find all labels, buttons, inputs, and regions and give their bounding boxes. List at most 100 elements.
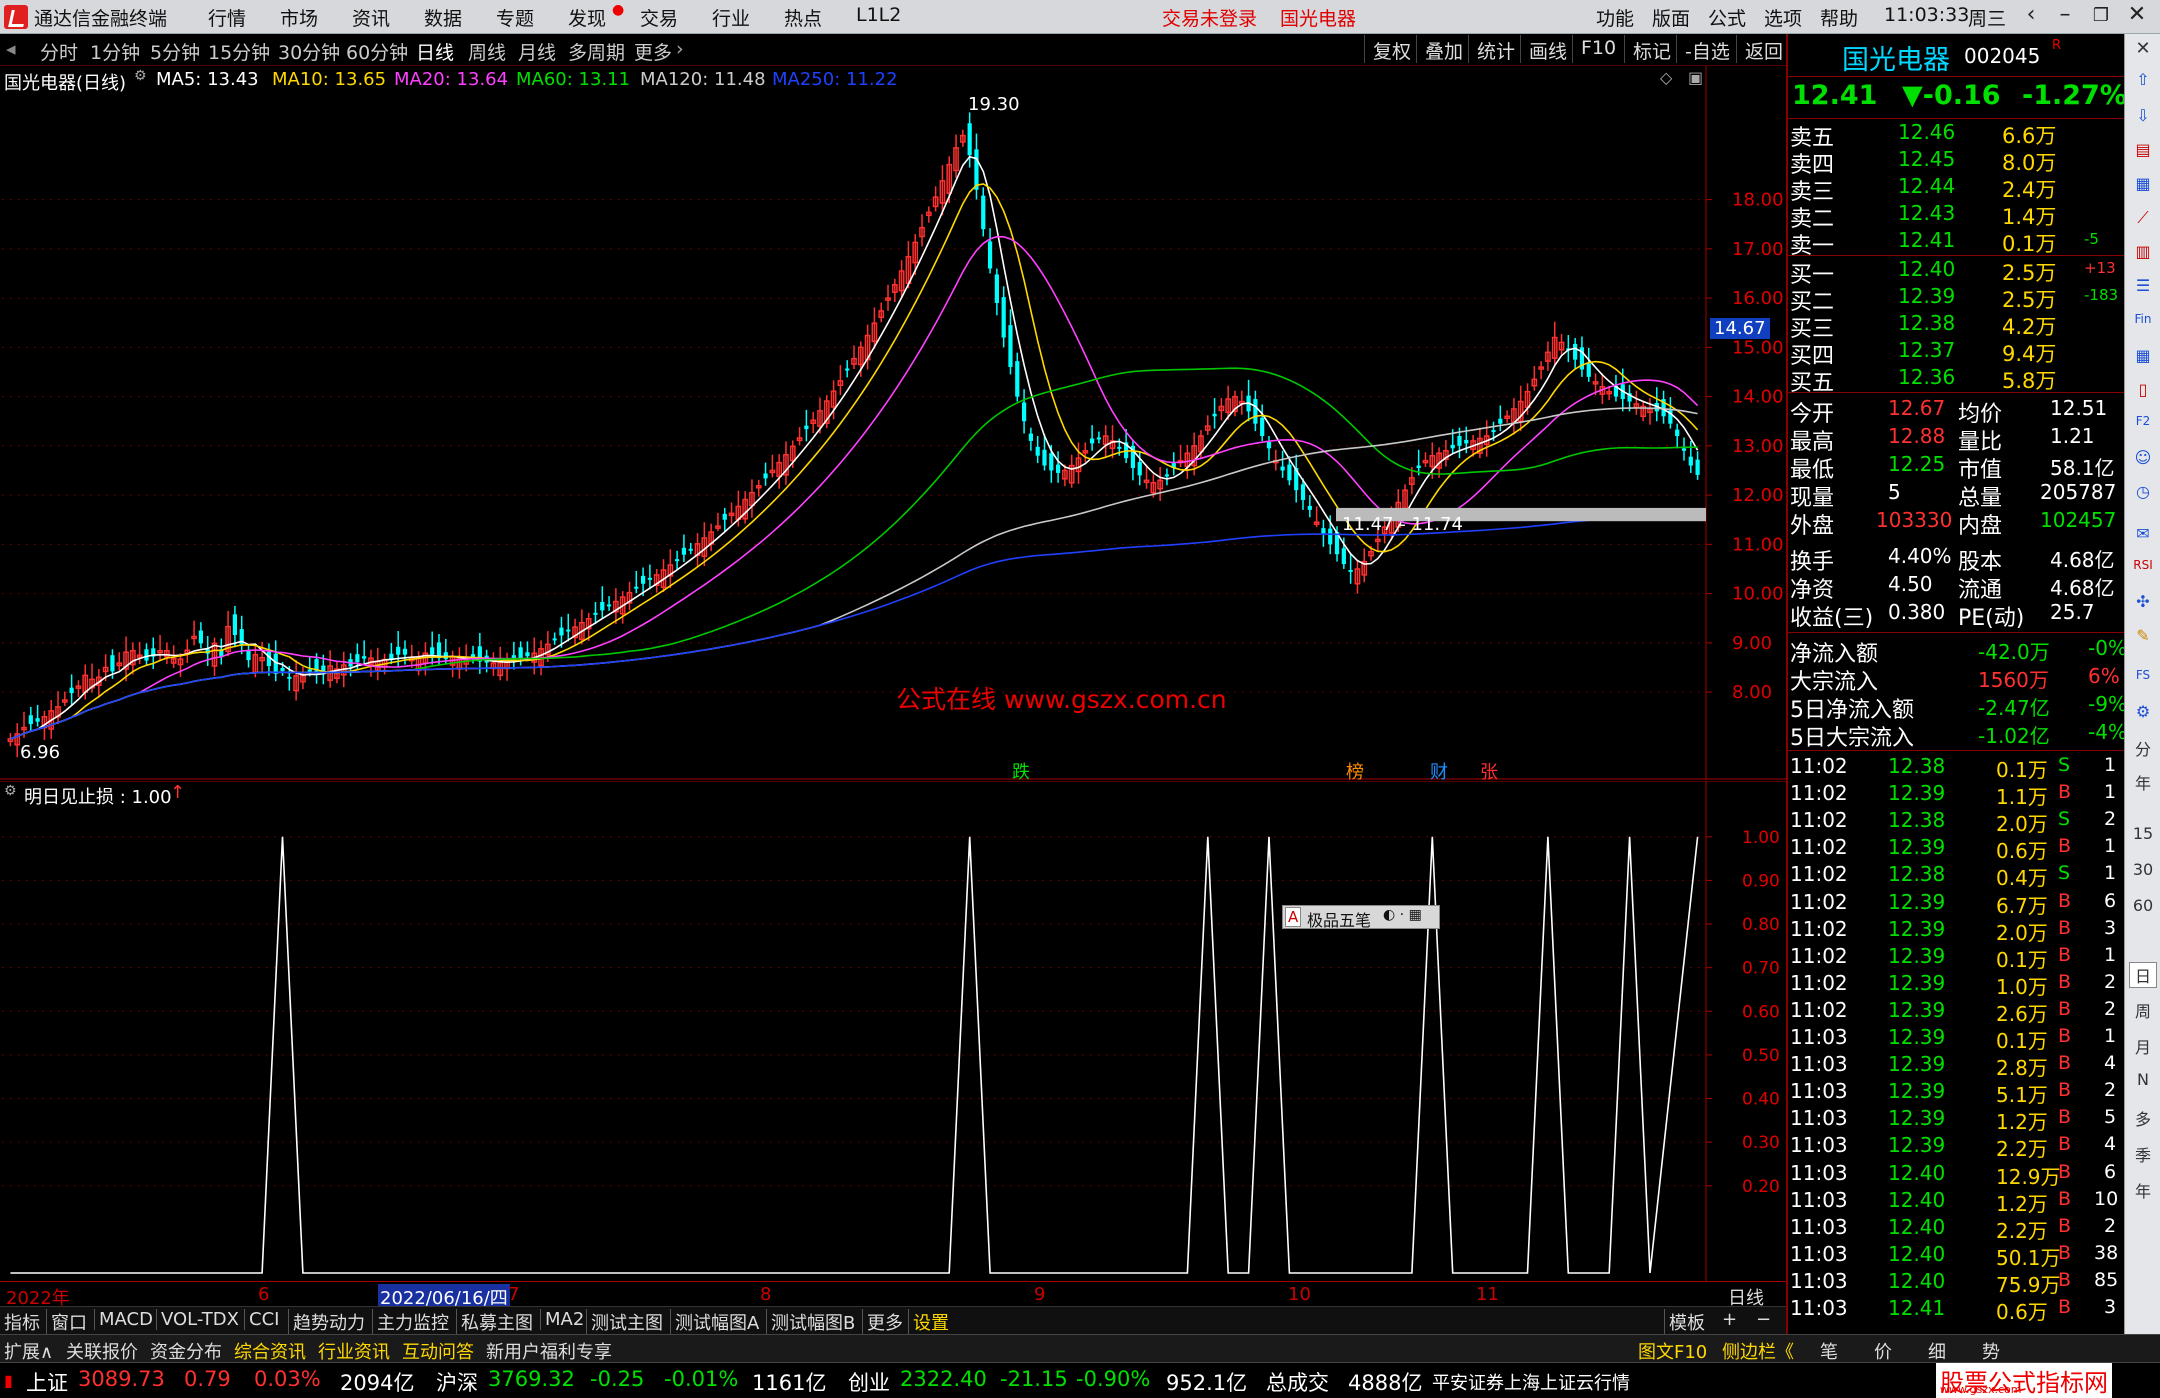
indicator-chart[interactable]: 0.20 0.30 0.40 0.50 0.60 0.70 0.80 0.90 1.00 ⚙ 明… [0,781,1786,1291]
sidebar-60[interactable]: 60 [2129,896,2157,915]
fx-icon[interactable]: ⚙ [2129,702,2157,721]
chevron-right-icon[interactable]: › [676,38,684,60]
restore-icon[interactable]: ❐ [2084,5,2118,35]
btn-zixuan[interactable]: -自选 [1676,35,1738,63]
link-guanlianbaojia[interactable]: 关联报价 [66,1338,138,1364]
period-more[interactable]: 更多 [634,38,672,65]
back-icon[interactable]: ‹ [2014,2,2048,32]
collapse-icon[interactable]: ◂ [6,38,16,60]
tab-vol-tdx[interactable]: VOL-TDX [156,1309,239,1330]
hs-name[interactable]: 沪深 [436,1367,478,1397]
tab-gengduo[interactable]: 更多 [862,1309,903,1335]
menu-xuanxiang[interactable]: 选项 [1764,4,1802,31]
user-icon[interactable]: ☺ [2129,448,2157,467]
arrow-down-icon[interactable]: ⇩ [2129,106,2157,125]
tab-zhulijiankong[interactable]: 主力监控 [372,1309,449,1335]
ime-moon-icon[interactable]: ◐ · ▦ [1383,907,1422,923]
link-zongyezixun[interactable]: 综合资讯 [234,1338,306,1364]
sidebar-zhou[interactable]: 周 [2129,998,2157,1022]
arrow-up-icon[interactable]: ⇧ [2129,70,2157,89]
link-hudongwenda[interactable]: 互动问答 [402,1338,474,1364]
clock-icon[interactable]: ◷ [2129,482,2157,501]
sh-name[interactable]: 上证 [26,1367,68,1397]
menu-banmian[interactable]: 版面 [1652,4,1690,31]
menu-hangqing[interactable]: 行情 [208,4,246,31]
menu-l1l2[interactable]: L1L2 [856,4,901,26]
zoom-out-button[interactable]: − [1756,1309,1771,1330]
minimize-icon[interactable]: – [2048,2,2082,32]
period-30min[interactable]: 30分钟 [278,38,340,65]
menu-gongshi[interactable]: 公式 [1708,4,1746,31]
tab-ma2[interactable]: MA2 [540,1309,584,1330]
link-kuozhan[interactable]: 扩展∧ [4,1338,53,1364]
close-icon[interactable]: ✕ [2120,2,2154,32]
sidebar-duo[interactable]: 多 [2129,1106,2157,1130]
doc-icon[interactable]: ▯ [2129,380,2157,399]
sidebar-nian[interactable]: 年 [2129,1178,2157,1202]
diamond-icon[interactable]: ◇ [1660,68,1672,87]
rsi-icon[interactable]: RSI [2129,558,2157,572]
tab-moban[interactable]: 模板 [1664,1309,1705,1335]
close-icon[interactable]: ✕ [2129,38,2157,59]
ime-a-icon[interactable]: A [1285,907,1302,927]
period-multi[interactable]: 多周期 [568,38,625,65]
indicator-svg[interactable]: 0.20 0.30 0.40 0.50 0.60 0.70 0.80 0.90 1.00 [0,781,1786,1281]
period-monthly[interactable]: 月线 [518,38,556,65]
tab-ceshizhutu[interactable]: 测试主图 [586,1309,663,1335]
link-zijinfenbu[interactable]: 资金分布 [150,1338,222,1364]
period-1min[interactable]: 1分钟 [90,38,140,65]
server-name[interactable]: 平安证券上海上证云行情 [1432,1369,1630,1395]
login-status[interactable]: 交易未登录 [1162,4,1257,31]
menu-gongneng[interactable]: 功能 [1596,4,1634,31]
btn-f10[interactable]: F10 [1572,35,1624,63]
tab-ceshifutua[interactable]: 测试幅图A [670,1309,759,1335]
menu-faxian[interactable]: 发现 [568,4,606,31]
sidebar-30[interactable]: 30 [2129,860,2157,879]
pen-icon[interactable]: ✎ [2129,626,2157,645]
sidebar-ji[interactable]: 季 [2129,1142,2157,1166]
period-15min[interactable]: 15分钟 [208,38,270,65]
period-daily[interactable]: 日线 [416,38,454,65]
mail-icon[interactable]: ✉ [2129,524,2157,543]
ime-name[interactable]: 极品五笔 [1307,907,1371,931]
menu-bangzhu[interactable]: 帮助 [1820,4,1858,31]
f2-icon[interactable]: F2 [2129,414,2157,428]
menu-shuju[interactable]: 数据 [424,4,462,31]
list-icon[interactable]: ☰ [2129,276,2157,295]
link-tuwenf10[interactable]: 图文F10 [1638,1338,1707,1364]
sidebar-yue[interactable]: 月 [2129,1034,2157,1058]
table-icon[interactable]: ▦ [2129,346,2157,365]
menu-jiaoyi[interactable]: 交易 [640,4,678,31]
calendar-icon[interactable]: ▤ [2129,140,2157,159]
menu-redian[interactable]: 热点 [784,4,822,31]
sidebar-nian-top[interactable]: 年 [2129,770,2157,794]
menu-zhuanti[interactable]: 专题 [496,4,534,31]
sidebar-fen[interactable]: 分 [2129,736,2157,760]
tab-qushidongli[interactable]: 趋势动力 [288,1309,365,1335]
btn-tongji[interactable]: 统计 [1468,35,1523,63]
tab-simuzhutu[interactable]: 私募主图 [456,1309,533,1335]
period-60min[interactable]: 60分钟 [346,38,408,65]
fs-icon[interactable]: FS [2129,668,2157,682]
cy-name[interactable]: 创业 [848,1367,890,1397]
period-5min[interactable]: 5分钟 [150,38,200,65]
period-weekly[interactable]: 周线 [468,38,506,65]
zoom-in-button[interactable]: + [1722,1309,1737,1330]
settings-icon[interactable]: ⚙ [4,783,17,799]
kline-svg[interactable]: 8.00 9.00 10.00 11.00 12.00 13.00 14.00 15.00 16… [0,66,1786,780]
tab-ceshifutub[interactable]: 测试幅图B [766,1309,855,1335]
kline-chart[interactable]: 8.00 9.00 10.00 11.00 12.00 13.00 14.00 15.00 16… [0,66,1786,783]
btn-fanhui[interactable]: 返回 [1736,35,1791,63]
btn-biaoji[interactable]: 标记 [1624,35,1679,63]
line-chart-icon[interactable]: ⟋ [2129,208,2157,228]
sidebar-n[interactable]: N [2129,1070,2157,1089]
menu-zixun[interactable]: 资讯 [352,4,390,31]
window-icon[interactable]: ▣ [1688,68,1703,87]
period-fenshi[interactable]: 分时 [40,38,78,65]
tab-macd[interactable]: MACD [94,1309,153,1330]
link-xinyonghu[interactable]: 新用户福利专享 [486,1338,612,1364]
btn-huaxian[interactable]: 画线 [1520,35,1575,63]
menu-shichang[interactable]: 市场 [280,4,318,31]
menu-hangye[interactable]: 行业 [712,4,750,31]
sidebar-15[interactable]: 15 [2129,824,2157,843]
